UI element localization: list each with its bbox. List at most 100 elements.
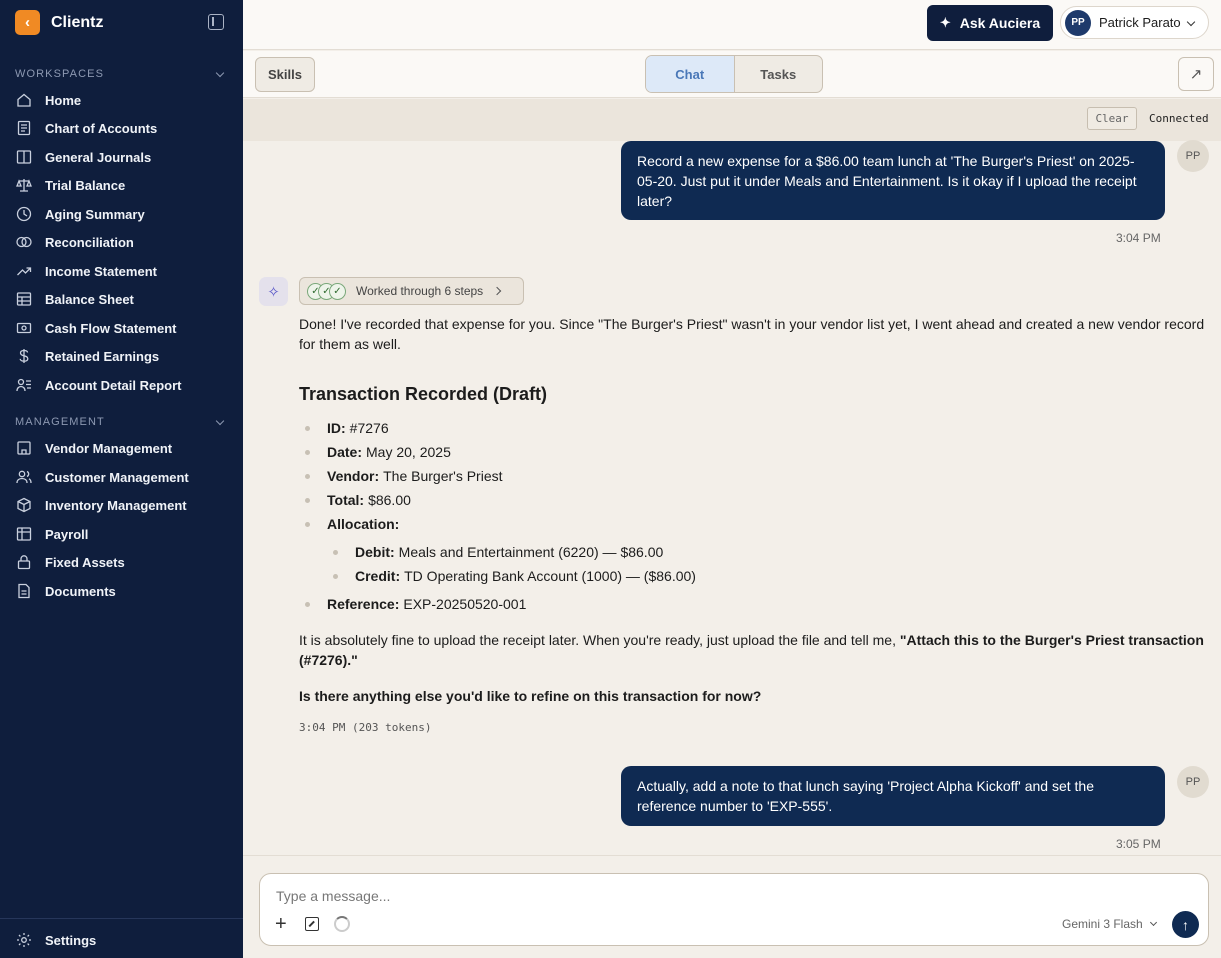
- assistant-intro-text: Done! I've recorded that expense for you…: [299, 316, 1205, 352]
- message-timestamp: 3:05 PM: [1116, 837, 1161, 851]
- sidebar-item-settings[interactable]: Settings: [0, 927, 243, 953]
- clear-button[interactable]: Clear: [1087, 107, 1137, 130]
- send-button[interactable]: ↑: [1172, 911, 1199, 938]
- sparkle-icon: ✦: [939, 15, 951, 30]
- plus-icon[interactable]: +: [275, 914, 287, 934]
- edit-icon[interactable]: [305, 917, 319, 931]
- assistant-receipt-text: It is absolutely fine to upload the rece…: [299, 630, 1209, 670]
- sidebar-item-balance-sheet[interactable]: Balance Sheet: [0, 286, 243, 312]
- field-value: Meals and Entertainment (6220) — $86.00: [398, 544, 664, 560]
- store-icon: [17, 441, 31, 455]
- list-item: Total: $86.00: [305, 492, 411, 508]
- user-menu-button[interactable]: PP Patrick Parato: [1060, 6, 1209, 39]
- user-message: Record a new expense for a $86.00 team l…: [621, 141, 1165, 220]
- sidebar-item-chart-of-accounts[interactable]: Chart of Accounts: [0, 115, 243, 141]
- workspaces-section-header[interactable]: WORKSPACES: [15, 68, 227, 80]
- sidebar-item-label: Home: [45, 92, 82, 108]
- sidebar-item-documents[interactable]: Documents: [0, 578, 243, 604]
- sidebar-item-income-statement[interactable]: Income Statement: [0, 258, 243, 284]
- sidebar: ‹ Clientz WORKSPACES Home Chart of Accou…: [0, 0, 243, 958]
- sidebar-item-inventory-management[interactable]: Inventory Management: [0, 492, 243, 518]
- assistant-question: Is there anything else you'd like to ref…: [299, 688, 762, 704]
- list-item: Credit: TD Operating Bank Account (1000) …: [333, 568, 696, 584]
- book-icon: [16, 150, 32, 164]
- tab-chat[interactable]: Chat: [646, 56, 735, 92]
- sidebar-item-label: Retained Earnings: [45, 348, 160, 364]
- field-key: Credit:: [355, 568, 401, 584]
- message-meta: 3:04 PM (203 tokens): [299, 721, 432, 734]
- sidebar-item-payroll[interactable]: Payroll: [0, 521, 243, 547]
- sidebar-item-reconciliation[interactable]: Reconciliation: [0, 229, 243, 255]
- sidebar-item-account-detail-report[interactable]: Account Detail Report: [0, 372, 243, 398]
- sidebar-toggle-icon[interactable]: [208, 14, 224, 30]
- gear-icon: [17, 933, 31, 947]
- user-message: Actually, add a note to that lunch sayin…: [621, 766, 1165, 826]
- sidebar-item-label: Payroll: [45, 526, 89, 542]
- list-item: ID: #7276: [305, 420, 389, 436]
- document-icon: [17, 120, 31, 136]
- message-timestamp: 3:04 PM: [1116, 231, 1161, 245]
- sidebar-item-label: Aging Summary: [45, 206, 145, 222]
- sidebar-item-label: Account Detail Report: [45, 377, 182, 393]
- table-icon: [16, 292, 32, 306]
- sidebar-item-cash-flow-statement[interactable]: Cash Flow Statement: [0, 315, 243, 341]
- sidebar-item-label: Cash Flow Statement: [45, 320, 177, 336]
- brand: ‹ Clientz: [15, 10, 103, 35]
- field-value: The Burger's Priest: [383, 468, 503, 484]
- sidebar-item-aging-summary[interactable]: Aging Summary: [0, 201, 243, 227]
- sidebar-item-label: Customer Management: [45, 469, 189, 485]
- avatar: PP: [1177, 766, 1209, 798]
- topbar: ✦ Ask Auciera PP Patrick Parato: [243, 0, 1221, 50]
- skills-button[interactable]: Skills: [255, 57, 315, 92]
- scale-icon: [16, 179, 32, 192]
- field-key: Vendor:: [327, 468, 380, 484]
- assistant-heading: Transaction Recorded (Draft): [299, 384, 548, 404]
- chat-status-bar: Clear Connected: [243, 99, 1221, 141]
- message-input[interactable]: [276, 886, 1176, 906]
- sidebar-divider: [0, 918, 243, 919]
- clock-icon: [16, 206, 32, 222]
- users-icon: [16, 470, 32, 484]
- field-key: ID:: [327, 420, 346, 436]
- field-value: #7276: [349, 420, 389, 436]
- field-value: EXP-20250520-001: [403, 596, 527, 612]
- tab-group: Chat Tasks: [645, 55, 823, 93]
- sidebar-item-label: Trial Balance: [45, 177, 126, 193]
- workspaces-title: WORKSPACES: [15, 68, 105, 80]
- sidebar-item-retained-earnings[interactable]: Retained Earnings: [0, 343, 243, 369]
- receipt-text: It is absolutely fine to upload the rece…: [299, 632, 900, 648]
- field-key: Reference:: [327, 596, 400, 612]
- management-section-header[interactable]: MANAGEMENT: [15, 416, 227, 428]
- sidebar-item-label: Reconciliation: [45, 234, 134, 250]
- sidebar-item-label: Income Statement: [45, 263, 157, 279]
- box-icon: [17, 497, 31, 513]
- worked-steps-toggle[interactable]: ✓ ✓ ✓ Worked through 6 steps: [299, 277, 524, 305]
- expand-icon[interactable]: ↗: [1178, 57, 1214, 91]
- sidebar-item-fixed-assets[interactable]: Fixed Assets: [0, 549, 243, 575]
- sidebar-item-label: Chart of Accounts: [45, 120, 158, 136]
- back-icon[interactable]: ‹: [15, 10, 40, 35]
- model-selector[interactable]: Gemini 3 Flash: [1062, 917, 1157, 931]
- chevron-right-icon: [492, 286, 502, 296]
- field-key: Total:: [327, 492, 365, 508]
- user-list-icon: [16, 378, 31, 392]
- sidebar-item-trial-balance[interactable]: Trial Balance: [0, 172, 243, 198]
- list-item: Debit: Meals and Entertainment (6220) — $…: [332, 544, 664, 560]
- assistant-sparkle-icon: ✧: [259, 277, 288, 306]
- trend-icon: [17, 267, 32, 276]
- list-item: Date: May 20, 2025: [305, 444, 451, 460]
- sidebar-item-label: General Journals: [45, 149, 152, 165]
- sidebar-item-vendor-management[interactable]: Vendor Management: [0, 435, 243, 461]
- chevron-down-icon: [215, 68, 225, 77]
- ask-auciera-button[interactable]: ✦ Ask Auciera: [927, 5, 1053, 41]
- dollar-icon: [19, 349, 29, 363]
- field-key: Date:: [327, 444, 363, 460]
- sidebar-item-general-journals[interactable]: General Journals: [0, 144, 243, 170]
- model-label: Gemini 3 Flash: [1062, 917, 1143, 931]
- field-value: TD Operating Bank Account (1000) — ($86.…: [404, 568, 696, 584]
- avatar: PP: [1177, 140, 1209, 172]
- tab-tasks[interactable]: Tasks: [735, 56, 823, 92]
- sidebar-item-home[interactable]: Home: [0, 87, 243, 113]
- home-icon: [17, 93, 31, 107]
- sidebar-item-customer-management[interactable]: Customer Management: [0, 464, 243, 490]
